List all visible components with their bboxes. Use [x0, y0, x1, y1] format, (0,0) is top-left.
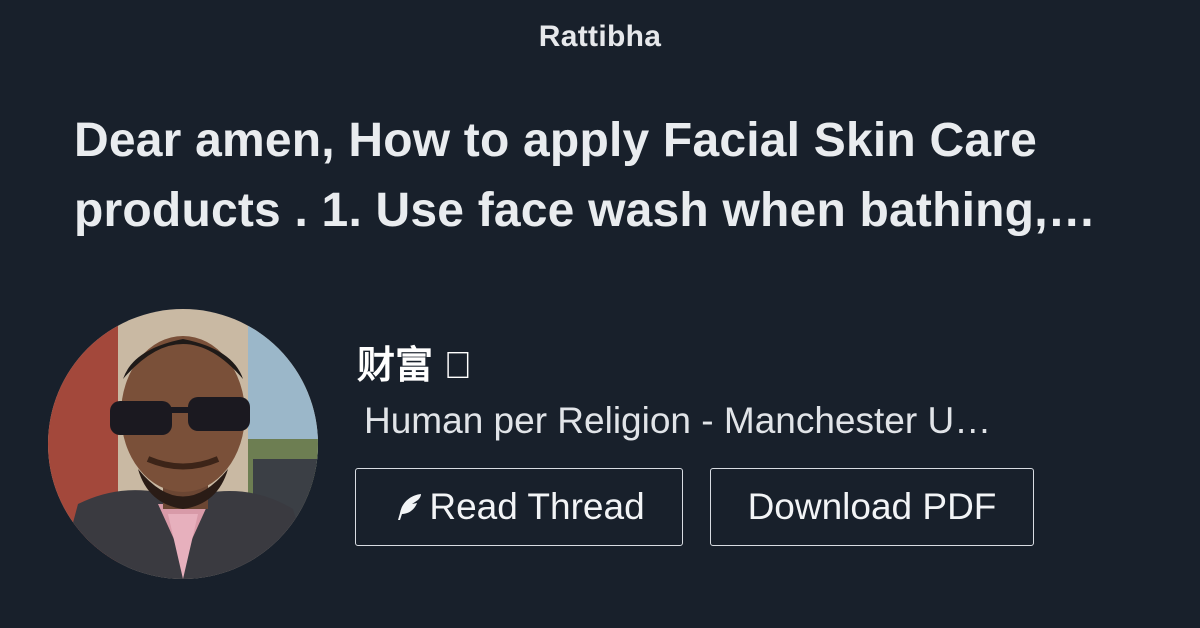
author-bio: Human per Religion - Manchester United [364, 400, 1009, 441]
author-avatar [48, 309, 318, 579]
author-name: 财富   [357, 345, 473, 387]
site-brand[interactable]: Rattibha [0, 20, 1200, 54]
read-thread-label: Read Thread [429, 486, 645, 527]
download-pdf-label: Download PDF [747, 486, 997, 527]
feather-icon [398, 494, 422, 520]
read-thread-button[interactable]: Read Thread [355, 468, 683, 546]
download-pdf-button[interactable]: Download PDF [710, 468, 1034, 546]
thread-title: Dear amen, How to apply Facial Skin Care… [74, 114, 1048, 237]
avatar-photo [48, 309, 318, 579]
